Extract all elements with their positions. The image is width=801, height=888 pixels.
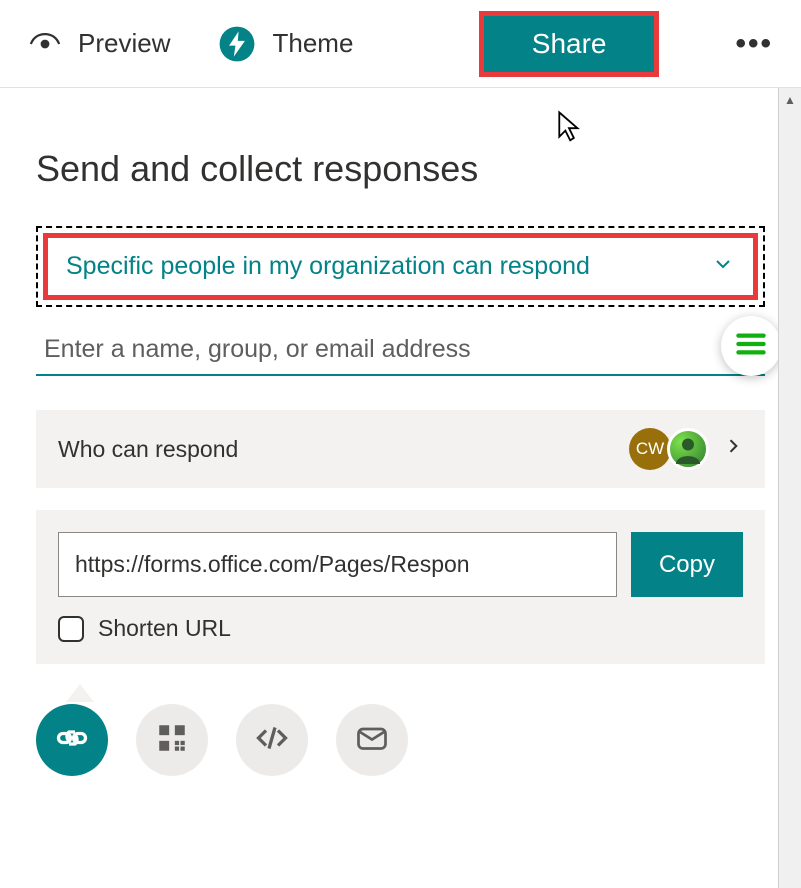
chevron-down-icon — [711, 252, 735, 281]
code-icon — [254, 720, 290, 761]
more-button[interactable]: ••• — [735, 27, 773, 61]
qr-icon — [155, 721, 189, 760]
share-url-input[interactable] — [58, 532, 617, 597]
share-button[interactable]: Share — [479, 11, 660, 77]
theme-label: Theme — [272, 28, 353, 59]
audience-dropdown[interactable]: Specific people in my organization can r… — [43, 233, 758, 300]
preview-label: Preview — [78, 28, 170, 59]
who-can-respond-row[interactable]: Who can respond CW — [36, 410, 765, 488]
audience-dropdown-highlight: Specific people in my organization can r… — [36, 226, 765, 307]
share-panel: Send and collect responses Specific peop… — [0, 88, 801, 776]
scrollbar[interactable]: ▲ — [778, 88, 801, 888]
share-link-button[interactable] — [36, 704, 108, 776]
preview-button[interactable]: Preview — [28, 0, 170, 87]
theme-button[interactable]: Theme — [218, 0, 353, 87]
scroll-up-icon[interactable]: ▲ — [779, 88, 801, 112]
shorten-label: Shorten URL — [98, 615, 231, 642]
chevron-right-icon — [723, 435, 743, 463]
copy-button[interactable]: Copy — [631, 532, 743, 597]
share-qr-button[interactable] — [136, 704, 208, 776]
avatar-initials: CW — [629, 428, 671, 470]
avatar-group: CW — [629, 428, 709, 470]
people-input[interactable] — [36, 325, 765, 376]
who-can-respond-label: Who can respond — [58, 436, 629, 463]
eye-icon — [28, 27, 62, 61]
toolbar: Preview Theme Share ••• — [0, 0, 801, 88]
image-icon — [734, 330, 768, 363]
share-email-button[interactable] — [336, 704, 408, 776]
ellipsis-icon: ••• — [735, 27, 773, 60]
audience-selected-label: Specific people in my organization can r… — [66, 252, 590, 281]
share-methods — [36, 704, 765, 776]
mail-icon — [354, 720, 390, 761]
page-title: Send and collect responses — [36, 148, 765, 190]
link-icon — [54, 720, 90, 761]
avatar-photo — [667, 428, 709, 470]
link-section: Copy Shorten URL — [36, 510, 765, 664]
share-label: Share — [532, 28, 607, 60]
shorten-checkbox[interactable] — [58, 616, 84, 642]
share-embed-button[interactable] — [236, 704, 308, 776]
floating-helper-button[interactable] — [721, 316, 781, 376]
lightning-icon — [218, 25, 256, 63]
copy-label: Copy — [659, 551, 715, 578]
shorten-url-row[interactable]: Shorten URL — [58, 615, 743, 642]
